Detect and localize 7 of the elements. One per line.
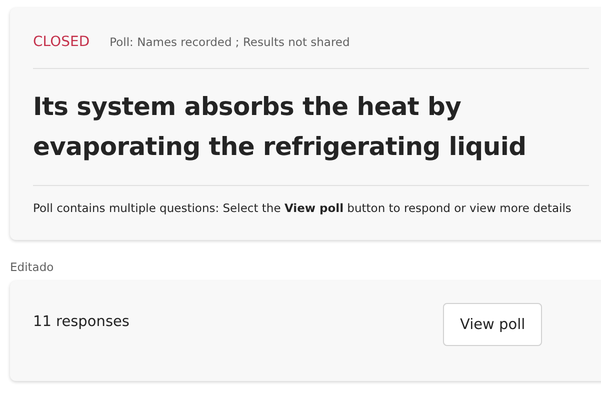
view-poll-button[interactable]: View poll — [443, 303, 542, 346]
poll-note: Poll contains multiple questions: Select the View poll button to respond or view more details — [33, 200, 572, 217]
poll-question: Its system absorbs the heat by evaporating the refrigerating liquid — [33, 91, 528, 163]
poll-status: CLOSED — [33, 34, 90, 50]
poll-meta: Poll: Names recorded ; Results not shared — [110, 35, 350, 49]
edited-label: Editado — [10, 260, 55, 274]
response-count: 11 responses — [33, 314, 130, 330]
